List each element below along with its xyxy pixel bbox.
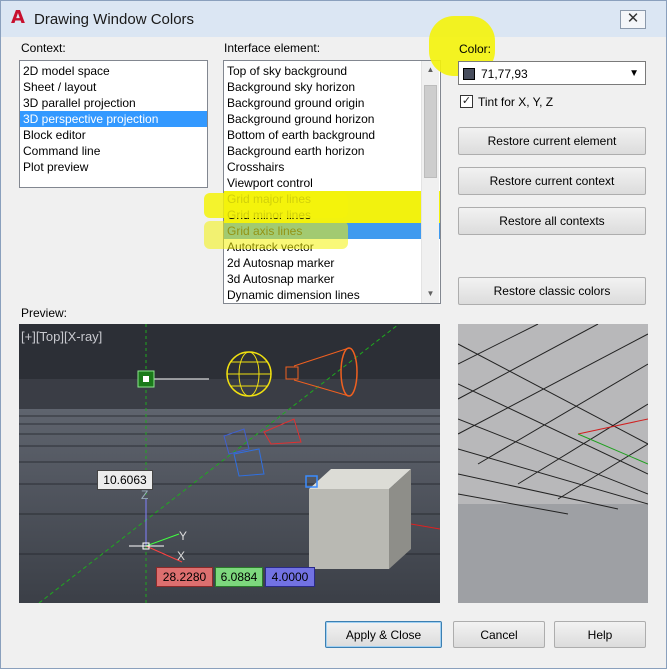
interface-element-listbox[interactable]: Top of sky background Background sky hori…: [223, 60, 441, 304]
window-title: Drawing Window Colors: [34, 11, 195, 28]
preview-label: Preview:: [21, 306, 68, 320]
scroll-down-icon[interactable]: ▼: [422, 285, 439, 302]
interface-list-item[interactable]: Crosshairs: [224, 159, 440, 175]
apply-close-button[interactable]: Apply & Close: [325, 621, 442, 648]
cancel-button[interactable]: Cancel: [453, 621, 545, 648]
interface-scrollbar[interactable]: ▲ ▼: [421, 61, 439, 303]
yellow-annotation-mark: [204, 221, 348, 249]
context-list-item[interactable]: Sheet / layout: [20, 79, 207, 95]
interface-list-item[interactable]: Background sky horizon: [224, 79, 440, 95]
help-button[interactable]: Help: [554, 621, 646, 648]
scroll-thumb[interactable]: [424, 85, 437, 178]
dimension-x-input: 28.2280: [156, 567, 213, 587]
preview-viewport: [+][Top][X-ray] Z Y X 10.6063 28.2280 6.…: [19, 324, 440, 603]
color-value: 71,77,93: [481, 67, 528, 81]
color-label: Color:: [459, 42, 492, 56]
grid-perspective-graphic: [458, 324, 648, 603]
title-bar: A Drawing Window Colors ✕: [1, 1, 666, 37]
dialog-window: A Drawing Window Colors ✕ Context: 2D mo…: [0, 0, 667, 669]
yellow-annotation-mark: [204, 193, 348, 218]
chevron-down-icon: ▼: [629, 68, 639, 79]
restore-current-context-button[interactable]: Restore current context: [458, 167, 646, 195]
tint-label: Tint for X, Y, Z: [478, 95, 554, 109]
interface-list-item[interactable]: 2d Autosnap marker: [224, 255, 440, 271]
axis-z-label: Z: [141, 488, 149, 502]
context-listbox[interactable]: 2D model space Sheet / layout 3D parallel …: [19, 60, 208, 188]
axis-x-label: X: [177, 549, 186, 563]
context-list-item[interactable]: Block editor: [20, 127, 207, 143]
axis-y-label: Y: [179, 529, 188, 543]
interface-list-item[interactable]: Bottom of earth background: [224, 127, 440, 143]
interface-list-item[interactable]: Background ground horizon: [224, 111, 440, 127]
context-list-item[interactable]: Command line: [20, 143, 207, 159]
context-list-item[interactable]: 2D model space: [20, 63, 207, 79]
restore-all-contexts-button[interactable]: Restore all contexts: [458, 207, 646, 235]
preview-scene: [19, 324, 440, 603]
context-list-item[interactable]: Plot preview: [20, 159, 207, 175]
restore-classic-colors-button[interactable]: Restore classic colors: [458, 277, 646, 305]
dimension-input: 10.6063: [97, 470, 153, 490]
dimension-y-input: 6.0884: [215, 567, 263, 587]
restore-current-element-button[interactable]: Restore current element: [458, 127, 646, 155]
interface-element-label: Interface element:: [224, 41, 321, 55]
interface-list-item[interactable]: Background ground origin: [224, 95, 440, 111]
tint-checkbox[interactable]: ✓: [460, 95, 473, 108]
interface-list-item[interactable]: 3d Autosnap marker: [224, 271, 440, 287]
interface-list-item[interactable]: Viewport control: [224, 175, 440, 191]
color-swatch: [463, 68, 475, 80]
autocad-icon: A: [11, 7, 25, 28]
interface-list-item[interactable]: Dynamic dimension lines: [224, 287, 440, 303]
close-button[interactable]: ✕: [620, 10, 646, 29]
viewport-label[interactable]: [+][Top][X-ray]: [21, 329, 102, 344]
interface-list-item[interactable]: Top of sky background: [224, 63, 440, 79]
context-list-item[interactable]: 3D perspective projection: [20, 111, 207, 127]
context-list-item[interactable]: 3D parallel projection: [20, 95, 207, 111]
context-label: Context:: [21, 41, 66, 55]
perspective-preview: [458, 324, 648, 603]
interface-list-item[interactable]: Background earth horizon: [224, 143, 440, 159]
color-dropdown[interactable]: 71,77,93 ▼: [458, 61, 646, 85]
dimension-z-input: 4.0000: [265, 567, 315, 587]
